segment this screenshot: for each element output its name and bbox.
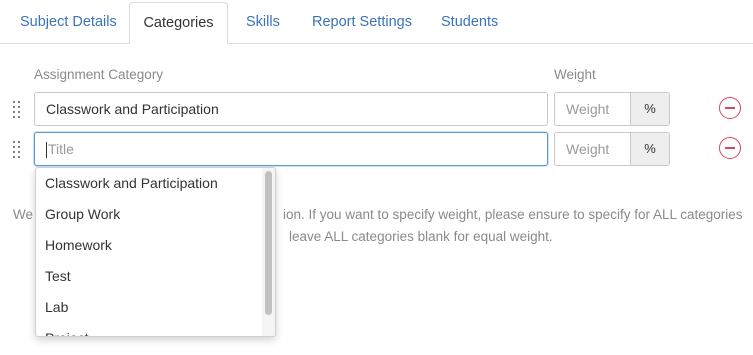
dropdown-scrollbar-thumb[interactable]	[265, 171, 272, 315]
drag-handle-icon[interactable]	[11, 101, 23, 118]
remove-row-button[interactable]	[719, 137, 741, 159]
dropdown-option[interactable]: Homework	[36, 230, 261, 261]
dropdown-option[interactable]: Lab	[36, 292, 261, 323]
tab-subject-details[interactable]: Subject Details	[20, 0, 117, 44]
weight-placeholder: Weight	[566, 141, 610, 157]
text-caret	[46, 142, 47, 159]
category-title-input[interactable]: Classwork and Participation	[34, 92, 548, 126]
help-note-start: We	[13, 207, 34, 222]
category-suggestions-dropdown[interactable]: Classwork and Participation Group Work H…	[35, 167, 276, 337]
weight-input[interactable]: Weight %	[554, 92, 670, 126]
help-note-line1: ion. If you want to specify weight, plea…	[283, 207, 743, 222]
tab-categories[interactable]: Categories	[129, 2, 228, 44]
weight-column-header: Weight	[554, 67, 596, 82]
remove-row-button[interactable]	[719, 97, 741, 119]
weight-placeholder: Weight	[566, 101, 610, 117]
dropdown-option[interactable]: Project	[36, 323, 261, 336]
help-note-line2: leave ALL categories blank for equal wei…	[289, 229, 553, 244]
category-title-input-focused[interactable]: Title	[34, 132, 548, 166]
drag-handle-icon[interactable]	[11, 141, 23, 158]
dropdown-option[interactable]: Group Work	[36, 199, 261, 230]
tab-students[interactable]: Students	[441, 0, 498, 44]
category-title-value: Classwork and Participation	[46, 101, 219, 117]
title-placeholder: Title	[48, 141, 74, 157]
dropdown-option[interactable]: Classwork and Participation	[36, 168, 261, 199]
tab-report-settings[interactable]: Report Settings	[312, 0, 412, 44]
weight-input[interactable]: Weight %	[554, 132, 670, 166]
dropdown-option[interactable]: Test	[36, 261, 261, 292]
percent-addon: %	[630, 93, 669, 125]
tab-bar: Subject Details Categories Skills Report…	[0, 0, 753, 44]
tab-skills[interactable]: Skills	[246, 0, 280, 44]
dropdown-scrollbar[interactable]	[262, 168, 275, 336]
category-column-header: Assignment Category	[34, 67, 164, 82]
percent-addon: %	[630, 133, 669, 165]
